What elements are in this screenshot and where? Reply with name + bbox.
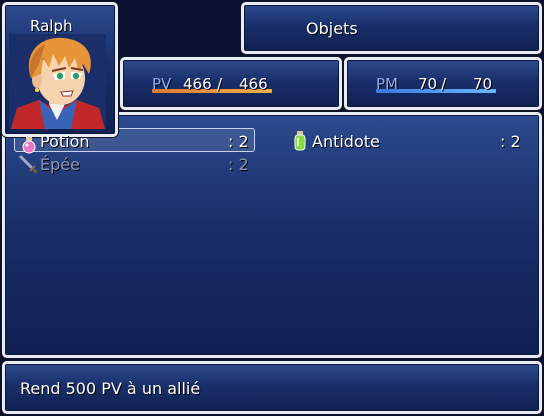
item-count: : 2 [228,132,249,151]
menu-title-window [241,2,542,54]
hp-current: 466 [183,75,212,93]
help-description: Rend 500 PV à un allié [20,379,201,398]
actor-name: Ralph [30,17,73,35]
item-count: : 2 [500,132,521,151]
mp-max: 70 [473,75,493,93]
menu-title: Objets [306,19,358,38]
item-name: Antidote [312,132,380,151]
antidote-icon [293,130,307,156]
item-count: : 2 [228,155,249,174]
hp-max: 466 [239,75,268,93]
mp-separator: / [441,75,447,93]
actor-portrait [9,34,106,129]
sword-icon [17,153,39,179]
item-name: Épée [40,155,80,174]
item-name: Potion [40,132,90,151]
hp-separator: / [217,75,223,93]
mp-current: 70 [418,75,438,93]
